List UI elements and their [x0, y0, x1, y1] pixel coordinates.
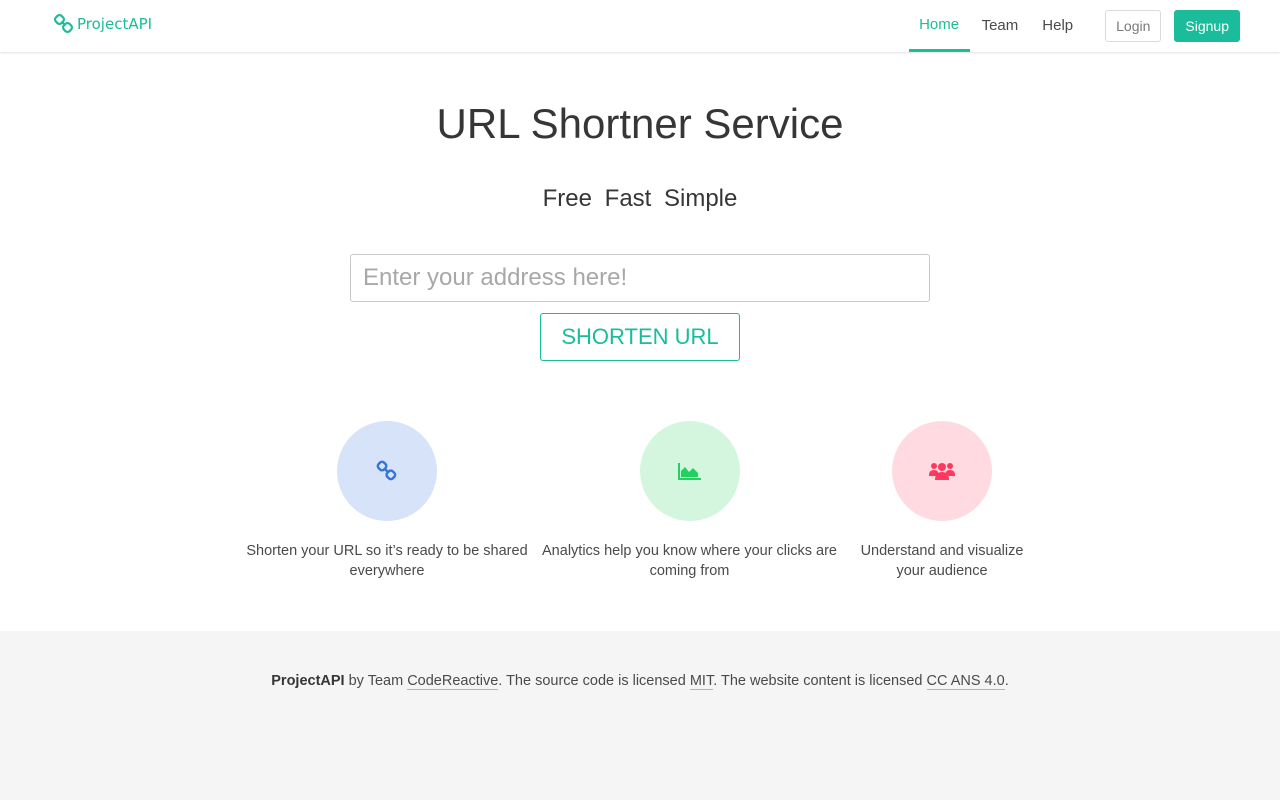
footer-brand: ProjectAPI — [271, 673, 345, 689]
feature-icon-circle — [892, 421, 992, 521]
users-icon — [929, 463, 955, 480]
link-icon — [376, 460, 397, 481]
feature-shorten: Shorten your URL so it’s ready to be sha… — [240, 421, 534, 581]
feature-description: Analytics help you know where your click… — [542, 543, 837, 579]
signup-button[interactable]: Signup — [1174, 10, 1240, 42]
mit-license-link[interactable]: MIT — [689, 673, 714, 690]
nav-team[interactable]: Team — [970, 0, 1031, 52]
area-chart-icon — [677, 463, 701, 480]
brand-name: ProjectAPI — [77, 15, 153, 33]
shorten-url-button[interactable]: SHORTEN URL — [540, 313, 740, 361]
brand-logo-link[interactable]: ProjectAPI — [54, 12, 152, 36]
feature-icon-circle — [639, 421, 740, 521]
nav-help[interactable]: Help — [1030, 0, 1085, 52]
cc-license-link[interactable]: CC ANS 4.0 — [926, 673, 1005, 690]
nav-menu: Home Team Help Login Signup — [908, 0, 1240, 52]
feature-audience: Understand and visualize your audience — [853, 421, 1031, 581]
footer-end: . — [1004, 673, 1009, 689]
nav-home[interactable]: Home — [908, 0, 970, 52]
page-title: URL Shortner Service — [436, 100, 844, 147]
footer-content-text: . The website content is licensed — [713, 673, 927, 689]
team-link[interactable]: CodeReactive — [407, 673, 499, 690]
feature-description: Understand and visualize your audience — [860, 543, 1024, 579]
feature-icon-circle — [337, 421, 437, 521]
feature-analytics: Analytics help you know where your click… — [542, 421, 837, 581]
url-input[interactable] — [350, 254, 930, 302]
link-icon — [54, 14, 74, 34]
footer-source-text: . The source code is licensed — [498, 673, 690, 689]
footer-text: ProjectAPI by Team CodeReactive. The sou… — [0, 671, 1280, 691]
login-button[interactable]: Login — [1105, 10, 1162, 42]
navbar: ProjectAPI Home Team Help Login Signup — [0, 0, 1280, 52]
footer-by: by Team — [344, 673, 408, 689]
footer: ProjectAPI by Team CodeReactive. The sou… — [0, 631, 1280, 800]
feature-description: Shorten your URL so it’s ready to be sha… — [246, 543, 528, 579]
page-subtitle: Free Fast Simple — [542, 185, 738, 212]
